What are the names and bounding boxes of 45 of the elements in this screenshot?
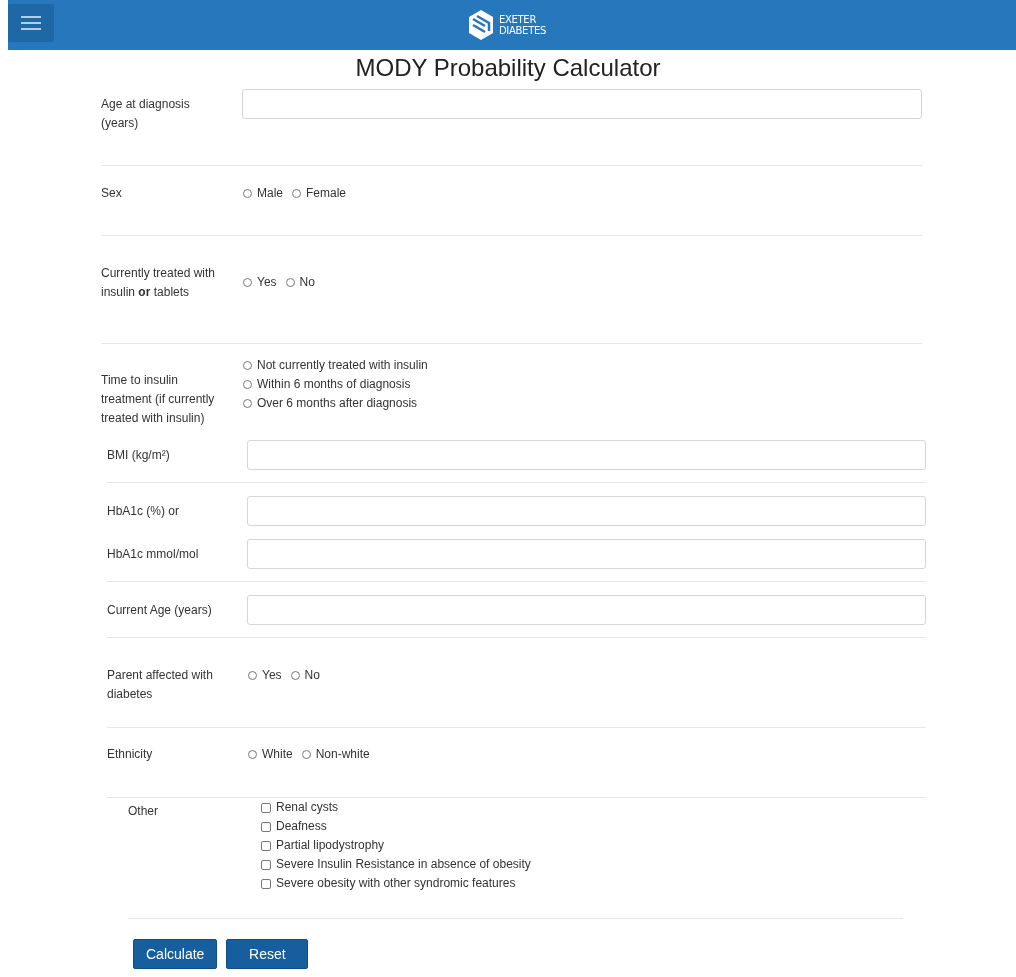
field-label: Age at diagnosis (years) bbox=[101, 96, 191, 132]
input-field[interactable] bbox=[247, 595, 926, 625]
field-label: Currently treated with insulin or tablets bbox=[101, 264, 217, 301]
field-label: Time to insulin treatment (if currently treated with insulin) bbox=[101, 372, 216, 427]
action-button[interactable]: Calculate bbox=[133, 939, 218, 969]
field-label: BMI (kg/m²) bbox=[107, 446, 171, 464]
field-label: Sex bbox=[101, 184, 123, 202]
logo-icon bbox=[467, 9, 494, 41]
menu-button[interactable] bbox=[8, 4, 54, 42]
option-label: Yes bbox=[262, 667, 282, 684]
option-label: Over 6 months after diagnosis bbox=[257, 395, 418, 412]
field-label: Other bbox=[128, 803, 159, 820]
input-field[interactable] bbox=[247, 539, 926, 569]
field-label: Parent affected with diabetes bbox=[107, 667, 214, 703]
option-label: Within 6 months of diagnosis bbox=[257, 376, 411, 393]
option-label: Non-white bbox=[315, 746, 370, 763]
option-label: Deafness bbox=[276, 818, 327, 835]
menu-icon bbox=[21, 15, 41, 31]
option-label: Renal cysts bbox=[276, 799, 339, 816]
option-label: Partial lipodystrophy bbox=[276, 837, 385, 854]
checkbox[interactable] bbox=[261, 821, 271, 832]
checkbox[interactable] bbox=[261, 859, 271, 870]
option-label: Severe Insulin Resistance in absence of obesity bbox=[276, 856, 531, 873]
input-field[interactable] bbox=[247, 440, 926, 470]
field-label: HbA1c (%) or bbox=[107, 502, 181, 520]
option-label: Yes bbox=[257, 274, 277, 291]
option-label: No bbox=[299, 274, 315, 291]
checkbox[interactable] bbox=[261, 878, 271, 889]
option-label: White bbox=[262, 746, 293, 763]
option-label: Severe obesity with other syndromic features bbox=[276, 875, 516, 892]
field-label: Ethnicity bbox=[107, 746, 154, 763]
checkbox[interactable] bbox=[261, 802, 271, 813]
option-label: Male bbox=[257, 184, 283, 202]
input-field[interactable] bbox=[242, 89, 922, 119]
page-title: MODY Probability Calculator bbox=[354, 53, 662, 83]
action-button[interactable]: Reset bbox=[226, 939, 309, 969]
option-label: No bbox=[304, 667, 320, 684]
option-label: Female bbox=[306, 184, 347, 202]
field-label: HbA1c mmol/mol bbox=[107, 545, 200, 563]
option-label: Not currently treated with insulin bbox=[257, 357, 428, 374]
field-label: Current Age (years) bbox=[107, 601, 213, 619]
logo-text: DIABETES bbox=[498, 25, 546, 36]
logo-text: EXETER bbox=[498, 14, 538, 25]
input-field[interactable] bbox=[247, 496, 926, 526]
checkbox[interactable] bbox=[261, 840, 271, 851]
